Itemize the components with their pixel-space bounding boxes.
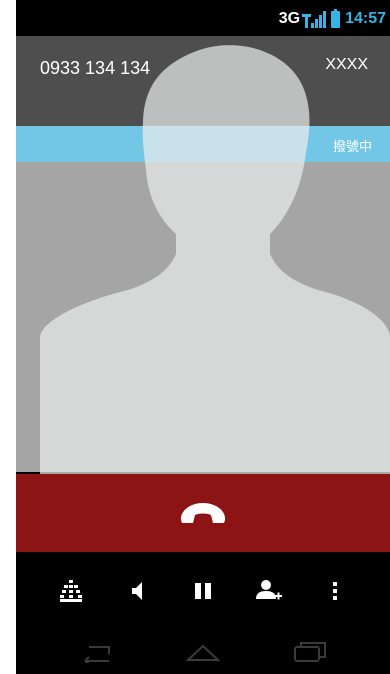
- navigation-bar: [16, 630, 390, 674]
- hold-button[interactable]: [183, 571, 223, 611]
- battery-icon: [331, 8, 341, 28]
- hang-up-button[interactable]: [173, 491, 233, 535]
- phone-screen: 3G 14:57 0933 134 134 XXXX 撥號中: [16, 0, 390, 674]
- speaker-button[interactable]: [117, 571, 157, 611]
- end-call-band: [16, 474, 390, 552]
- back-button[interactable]: [71, 634, 121, 670]
- phone-number: 0933 134 134: [40, 58, 151, 78]
- network-type: 3G: [278, 10, 301, 27]
- caller-info-band: 0933 134 134 XXXX: [16, 36, 390, 126]
- caller-name: XXXX: [325, 56, 368, 73]
- status-bar: 3G 14:57: [16, 0, 390, 36]
- call-status-band: 撥號中: [16, 126, 390, 162]
- hang-up-icon: [180, 503, 226, 523]
- hold-icon: [195, 583, 211, 599]
- call-controls-bar: [16, 552, 390, 630]
- back-icon: [83, 646, 110, 663]
- speaker-icon: [132, 582, 142, 600]
- home-button[interactable]: [178, 634, 228, 670]
- add-call-icon: [256, 580, 282, 600]
- recent-apps-icon: [294, 642, 327, 662]
- overflow-menu-icon: [333, 582, 337, 600]
- recent-apps-button[interactable]: [285, 634, 335, 670]
- contact-photo-area: [16, 162, 390, 472]
- clock: 14:57: [345, 10, 386, 27]
- dialpad-button[interactable]: [51, 571, 91, 611]
- call-status: 撥號中: [332, 139, 372, 154]
- signal-icon: [302, 10, 327, 28]
- dialpad-icon: [60, 580, 82, 602]
- more-options-button[interactable]: [315, 571, 355, 611]
- add-call-button[interactable]: [249, 571, 289, 611]
- home-icon: [185, 644, 220, 661]
